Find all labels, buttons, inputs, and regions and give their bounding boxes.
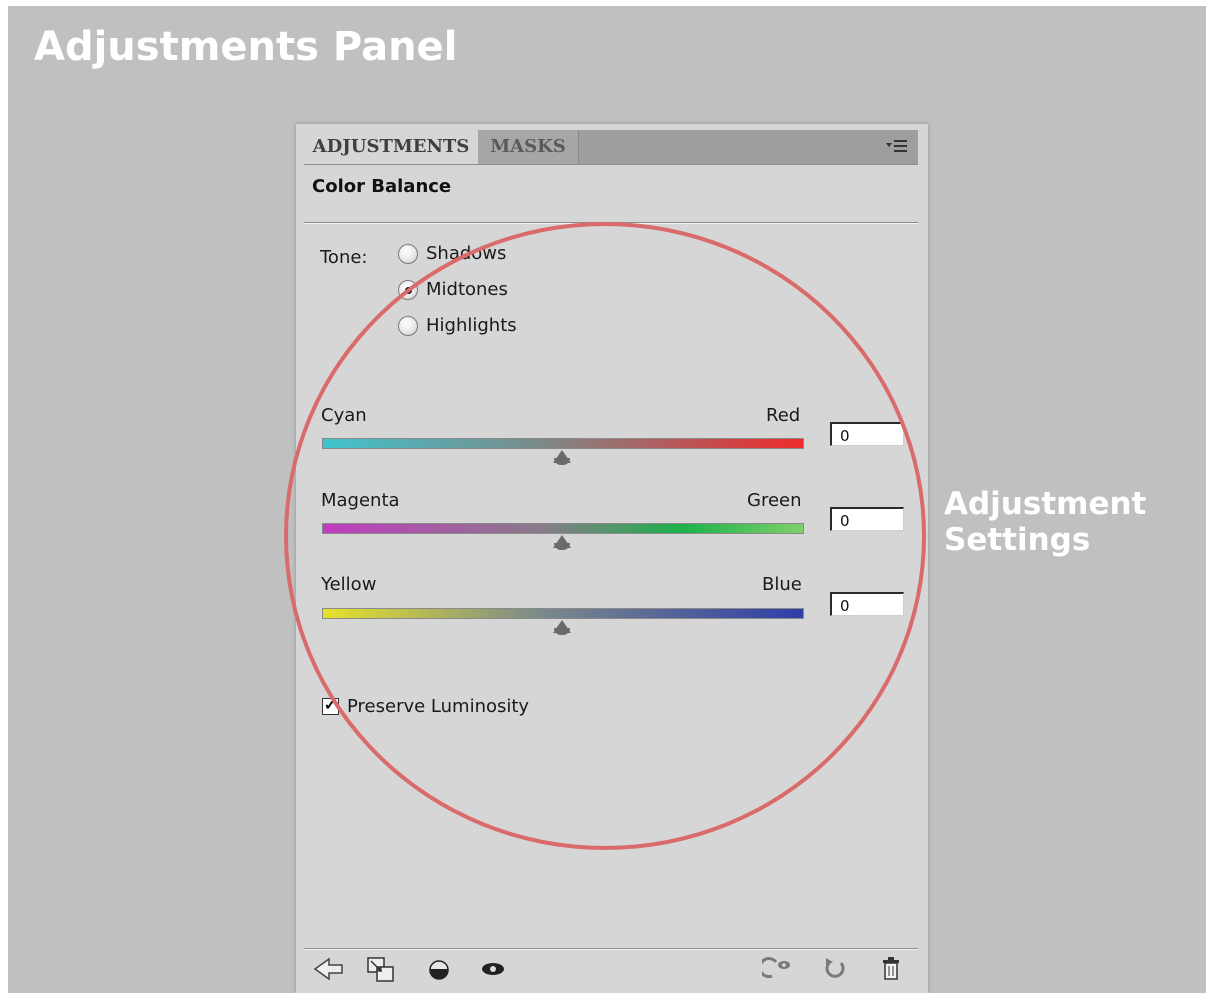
magenta-green-slider-thumb[interactable] <box>553 535 571 551</box>
view-previous-icon[interactable] <box>476 954 510 984</box>
slider-cyan-label: Cyan <box>321 405 367 426</box>
tone-label: Tone: <box>320 247 368 268</box>
yellow-blue-value-field[interactable]: 0 <box>830 592 904 616</box>
visibility-toggle-icon[interactable] <box>422 954 456 984</box>
magenta-green-slider-track[interactable] <box>322 523 804 534</box>
cyan-red-slider-track[interactable] <box>322 438 804 449</box>
slider-red-label: Red <box>766 405 801 426</box>
cyan-red-slider-thumb[interactable] <box>553 450 571 466</box>
option-highlights-label: Highlights <box>426 315 517 336</box>
callout-line-1: Adjustment <box>944 486 1147 522</box>
radio-shadows[interactable] <box>398 244 418 264</box>
radio-midtones[interactable] <box>398 280 418 300</box>
callout-line-2: Settings <box>944 522 1091 558</box>
radio-selected-dot <box>405 287 412 294</box>
yellow-blue-slider-track[interactable] <box>322 608 804 619</box>
panel-menu-icon[interactable] <box>884 137 910 160</box>
slider-magenta-label: Magenta <box>321 490 400 511</box>
adjustment-title: Color Balance <box>312 176 452 197</box>
slider-green-label: Green <box>747 490 802 511</box>
reset-icon[interactable] <box>818 954 852 984</box>
panel-tab-bar: ADJUSTMENTS MASKS <box>304 130 918 165</box>
adjustments-panel: ADJUSTMENTS MASKS Color Balance Tone: Sh… <box>296 124 928 993</box>
slider-yellow-label: Yellow <box>321 574 377 595</box>
page-heading: Adjustments Panel <box>34 24 458 70</box>
reset-previous-state-icon[interactable] <box>758 954 796 984</box>
tab-adjustments[interactable]: ADJUSTMENTS <box>304 130 478 164</box>
tab-masks[interactable]: MASKS <box>478 130 579 164</box>
delete-icon[interactable] <box>874 954 908 984</box>
preserve-luminosity-checkbox[interactable]: ✓ <box>322 698 339 715</box>
preserve-luminosity-label: Preserve Luminosity <box>347 696 530 717</box>
clip-to-layer-icon[interactable] <box>364 954 398 984</box>
back-arrow-icon[interactable] <box>312 954 346 984</box>
title-divider <box>304 222 918 224</box>
slider-blue-label: Blue <box>762 574 802 595</box>
option-midtones-label: Midtones <box>426 279 508 300</box>
footer-divider <box>304 948 918 950</box>
magenta-green-value-field[interactable]: 0 <box>830 507 904 531</box>
adjustment-settings-callout: Adjustment Settings <box>944 486 1146 558</box>
option-shadows-label: Shadows <box>426 243 507 264</box>
cyan-red-value-field[interactable]: 0 <box>830 422 904 446</box>
yellow-blue-slider-thumb[interactable] <box>553 620 571 636</box>
radio-highlights[interactable] <box>398 316 418 336</box>
